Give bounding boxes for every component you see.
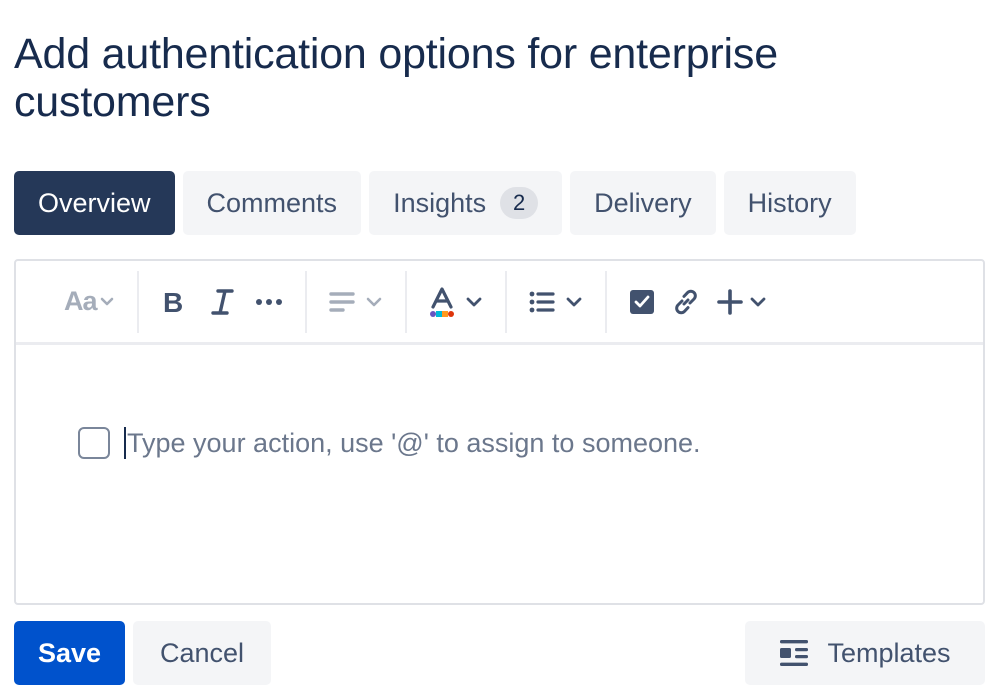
svg-text:B: B [163, 287, 183, 317]
toolbar-divider [304, 270, 307, 333]
chevron-down-icon [100, 297, 113, 305]
cancel-button[interactable]: Cancel [133, 621, 271, 685]
chevron-down-icon [566, 297, 581, 306]
page: Add authentication options for enterpris… [0, 0, 999, 699]
italic-button[interactable] [201, 280, 243, 324]
color-swatch [435, 310, 442, 317]
editor-toolbar: Aa B [16, 261, 983, 345]
alignment-group [321, 260, 391, 344]
text-color-dropdown[interactable] [421, 280, 491, 324]
page-title: Add authentication options for enterpris… [14, 30, 778, 126]
task-checkbox[interactable] [78, 427, 110, 459]
tab-history[interactable]: History [723, 171, 856, 235]
tab-label: History [747, 187, 832, 218]
tab-comments[interactable]: Comments [182, 171, 362, 235]
plus-icon [716, 288, 743, 315]
tab-delivery[interactable]: Delivery [570, 171, 716, 235]
text-style-group: Aa [56, 260, 123, 344]
tab-label: Overview [38, 187, 151, 218]
tab-overview[interactable]: Overview [14, 171, 175, 235]
formatting-group: B [153, 260, 291, 344]
chevron-down-icon [366, 297, 381, 306]
tab-label: Comments [206, 187, 338, 218]
bold-button[interactable]: B [153, 280, 195, 324]
text-color-icon [429, 286, 454, 317]
insert-dropdown[interactable] [709, 280, 775, 324]
list-dropdown[interactable] [521, 280, 591, 324]
templates-icon [780, 640, 809, 666]
toolbar-divider [404, 270, 407, 333]
chevron-down-icon [466, 297, 481, 306]
save-button[interactable]: Save [14, 621, 125, 685]
bold-icon: B [163, 287, 183, 317]
toolbar-divider [604, 270, 607, 333]
checkbox-checked-icon [629, 289, 654, 314]
italic-icon [210, 288, 234, 315]
text-cursor [124, 427, 126, 459]
more-formatting-icon [255, 298, 282, 305]
toolbar-divider [504, 270, 507, 333]
rich-text-editor: Aa B [14, 259, 985, 605]
insert-group [621, 260, 775, 344]
templates-label: Templates [827, 637, 951, 668]
link-button[interactable] [663, 280, 709, 324]
templates-button[interactable]: Templates [745, 621, 985, 685]
alignment-dropdown[interactable] [321, 280, 391, 324]
insights-count-badge: 2 [500, 187, 539, 219]
text-style-label: Aa [64, 286, 98, 316]
text-style-dropdown[interactable]: Aa [56, 280, 123, 324]
tab-insights[interactable]: Insights 2 [369, 171, 563, 235]
text-color-group [421, 260, 491, 344]
link-icon [674, 289, 697, 314]
tab-label: Delivery [594, 187, 692, 218]
tab-label: Insights [393, 187, 487, 218]
task-input[interactable] [127, 427, 907, 459]
chevron-down-icon [750, 297, 765, 306]
editor-content [16, 348, 983, 603]
more-formatting-button[interactable] [247, 280, 291, 324]
task-item [78, 427, 907, 459]
color-swatch [447, 310, 454, 317]
bullet-list-icon [529, 291, 555, 312]
color-swatch [441, 310, 448, 317]
align-left-icon [328, 291, 355, 312]
toolbar-divider [136, 270, 139, 333]
list-group [521, 260, 591, 344]
color-swatch [429, 310, 436, 317]
action-item-button[interactable] [621, 280, 663, 324]
tab-bar: Overview Comments Insights 2 Delivery Hi… [14, 171, 856, 235]
